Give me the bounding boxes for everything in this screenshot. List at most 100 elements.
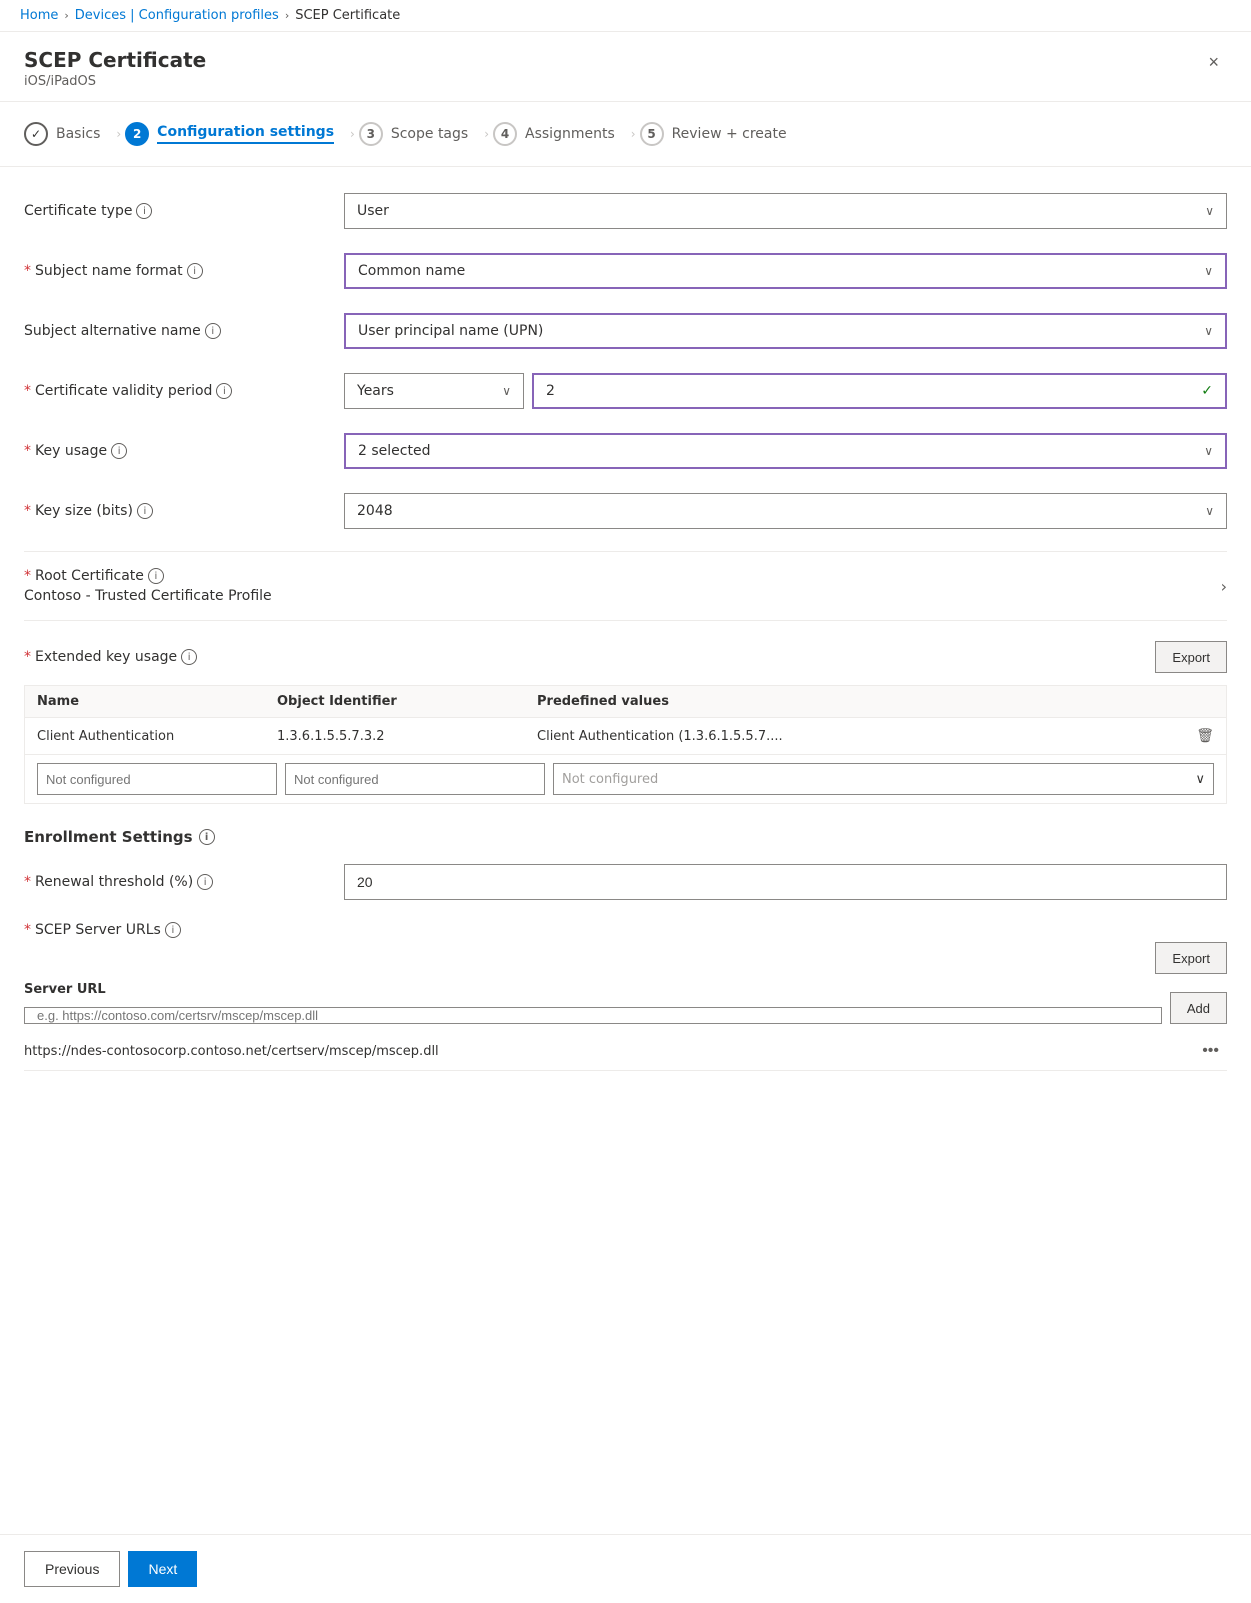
eku-table-header: Name Object Identifier Predefined values [25,686,1226,718]
step-indicator-review: 5 [640,122,664,146]
validity-value-input[interactable]: 2 ✓ [532,373,1227,409]
subject-name-format-select[interactable]: Common name ∨ [344,253,1227,289]
eku-input-row: Not configured ∨ [25,755,1226,803]
key-size-select[interactable]: 2048 ∨ [344,493,1227,529]
enrollment-info[interactable]: i [199,829,215,845]
root-cert-value: Contoso - Trusted Certificate Profile [24,588,272,604]
breadcrumb-home[interactable]: Home [20,8,58,23]
server-url-row: Server URL Add [24,982,1227,1024]
content-area: Certificate type i User ∨ * Subject name… [0,167,1251,1534]
eku-required: * [24,649,31,665]
certificate-type-info[interactable]: i [136,203,152,219]
cert-validity-label: * Certificate validity period i [24,383,344,399]
renewal-threshold-input[interactable] [344,864,1227,900]
key-size-row: * Key size (bits) i 2048 ∨ [24,491,1227,531]
step-indicator-basics: ✓ [24,122,48,146]
eku-col-name: Name [37,694,277,709]
next-button[interactable]: Next [128,1551,197,1587]
step-basics[interactable]: ✓ Basics [24,118,112,150]
page-title: SCEP Certificate [24,48,206,72]
previous-button[interactable]: Previous [24,1551,120,1587]
subject-alt-name-select[interactable]: User principal name (UPN) ∨ [344,313,1227,349]
step-scope[interactable]: 3 Scope tags [359,118,480,150]
subject-alt-name-control: User principal name (UPN) ∨ [344,313,1227,349]
footer: Previous Next [0,1534,1251,1603]
server-url-label: Server URL [24,982,1162,997]
breadcrumb: Home › Devices | Configuration profiles … [0,0,1251,32]
breadcrumb-devices[interactable]: Devices | Configuration profiles [75,8,279,23]
key-usage-info[interactable]: i [111,443,127,459]
step-assignments[interactable]: 4 Assignments [493,118,627,150]
key-size-required: * [24,503,31,519]
key-usage-select[interactable]: 2 selected ∨ [344,433,1227,469]
add-url-button[interactable]: Add [1170,992,1227,1024]
subject-name-format-row: * Subject name format i Common name ∨ [24,251,1227,291]
key-size-info[interactable]: i [137,503,153,519]
key-usage-label: * Key usage i [24,443,344,459]
key-size-label: * Key size (bits) i [24,503,344,519]
step-label-scope: Scope tags [391,126,468,142]
server-url-input[interactable] [24,1007,1162,1024]
renewal-threshold-label: * Renewal threshold (%) i [24,874,344,890]
root-cert-info[interactable]: i [148,568,164,584]
server-url-section: Server URL Add https://ndes-contosocorp.… [24,982,1227,1071]
close-button[interactable]: × [1200,48,1227,77]
url-options-button[interactable]: ••• [1194,1040,1227,1062]
panel-header: SCEP Certificate iOS/iPadOS × [0,32,1251,102]
eku-row-oid: 1.3.6.1.5.5.7.3.2 [277,729,537,744]
eku-header: * Extended key usage i Export [24,641,1227,673]
step-label-basics: Basics [56,126,100,142]
root-cert-required: * [24,568,31,584]
renewal-threshold-row: * Renewal threshold (%) i [24,862,1227,902]
step-review[interactable]: 5 Review + create [640,118,799,150]
subject-name-info[interactable]: i [187,263,203,279]
scep-export-wrapper: Export [24,942,1227,974]
step-sep-4: › [627,127,640,141]
validity-check-icon: ✓ [1201,383,1213,399]
eku-export-button[interactable]: Export [1155,641,1227,673]
certificate-type-chevron: ∨ [1205,204,1214,218]
key-size-control: 2048 ∨ [344,493,1227,529]
scep-required: * [24,922,31,938]
root-cert-title: * Root Certificate i [24,568,272,584]
subject-alt-name-chevron: ∨ [1204,324,1213,338]
root-cert-left: * Root Certificate i Contoso - Trusted C… [24,568,272,604]
scep-export-button[interactable]: Export [1155,942,1227,974]
certificate-type-select[interactable]: User ∨ [344,193,1227,229]
step-configuration[interactable]: 2 Configuration settings [125,118,346,150]
eku-delete-icon[interactable]: 🗑 [1196,728,1214,744]
certificate-type-control: User ∨ [344,193,1227,229]
root-certificate-section: * Root Certificate i Contoso - Trusted C… [24,551,1227,621]
step-label-review: Review + create [672,126,787,142]
enrollment-section: Enrollment Settings i * Renewal threshol… [24,828,1227,1071]
server-url-value: https://ndes-contosocorp.contoso.net/cer… [24,1044,439,1059]
key-usage-required: * [24,443,31,459]
step-sep-2: › [346,127,359,141]
cert-validity-control: Years ∨ 2 ✓ [344,373,1227,409]
validity-unit-chevron: ∨ [502,384,511,398]
key-usage-control: 2 selected ∨ [344,433,1227,469]
eku-row-predefined: Client Authentication (1.3.6.1.5.5.7....… [537,728,1214,744]
cert-validity-row: * Certificate validity period i Years ∨ … [24,371,1227,411]
validity-unit-select[interactable]: Years ∨ [344,373,524,409]
step-indicator-assignments: 4 [493,122,517,146]
eku-predefined-select[interactable]: Not configured ∨ [553,763,1214,795]
eku-oid-input[interactable] [285,763,545,795]
eku-predefined-chevron: ∨ [1195,772,1205,787]
enrollment-section-title: Enrollment Settings i [24,828,1227,846]
scep-info[interactable]: i [165,922,181,938]
subject-alt-name-info[interactable]: i [205,323,221,339]
subject-name-format-control: Common name ∨ [344,253,1227,289]
list-item: https://ndes-contosocorp.contoso.net/cer… [24,1032,1227,1071]
eku-section: * Extended key usage i Export Name Objec… [24,641,1227,804]
eku-name-input[interactable] [37,763,277,795]
eku-info[interactable]: i [181,649,197,665]
key-usage-row: * Key usage i 2 selected ∨ [24,431,1227,471]
cert-validity-info[interactable]: i [216,383,232,399]
renewal-info[interactable]: i [197,874,213,890]
root-cert-chevron[interactable]: › [1221,577,1227,596]
subject-alt-name-label: Subject alternative name i [24,323,344,339]
wizard-steps: ✓ Basics › 2 Configuration settings › 3 … [0,102,1251,167]
eku-table: Name Object Identifier Predefined values… [24,685,1227,804]
key-size-chevron: ∨ [1205,504,1214,518]
